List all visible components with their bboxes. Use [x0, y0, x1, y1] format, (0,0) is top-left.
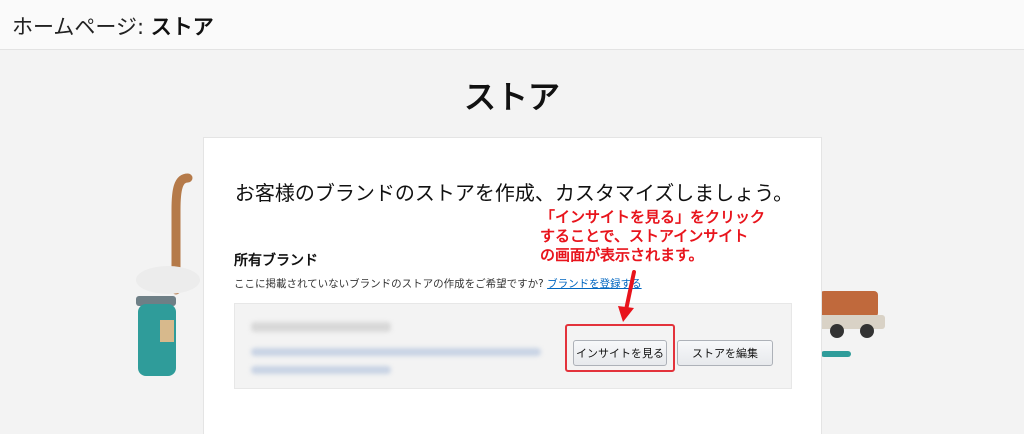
annotation-line: の画面が表示されます。 — [540, 246, 704, 264]
owned-brands-title: 所有ブランド — [234, 253, 318, 269]
brand-row: インサイトを見る ストアを編集 — [234, 303, 792, 389]
top-bar: ホームページ: ストア — [0, 0, 1024, 50]
blurred-brand-url-2 — [251, 366, 391, 374]
insight-button-highlight — [565, 324, 675, 372]
annotation-callout: 「インサイトを見る」をクリック することで、ストアインサイト の画面が表示されま… — [540, 208, 770, 265]
decorative-product-image-right — [817, 291, 885, 357]
edit-store-button[interactable]: ストアを編集 — [677, 340, 773, 366]
store-card: お客様のブランドのストアを作成、カスタマイズしましょう。 所有ブランド ここに掲… — [203, 137, 822, 434]
annotation-line: 「インサイトを見る」をクリック — [540, 208, 766, 226]
register-brand-hint: ここに掲載されていないブランドのストアの作成をご希望ですか? ブランドを登録する — [234, 276, 642, 291]
card-headline: お客様のブランドのストアを作成、カスタマイズしましょう。 — [234, 181, 794, 205]
hint-text: ここに掲載されていないブランドのストアの作成をご希望ですか? — [234, 278, 544, 290]
decorative-product-image-left — [136, 173, 200, 376]
breadcrumb-current: ストア — [150, 15, 214, 39]
blurred-brand-url — [251, 348, 541, 356]
annotation-line: することで、ストアインサイト — [540, 227, 749, 245]
breadcrumb: ホームページ: ストア — [12, 11, 214, 41]
page-title: ストア — [463, 78, 560, 116]
annotation-arrow-icon — [618, 270, 636, 322]
blurred-brand-name — [251, 322, 391, 332]
breadcrumb-prefix: ホームページ: — [12, 15, 151, 39]
